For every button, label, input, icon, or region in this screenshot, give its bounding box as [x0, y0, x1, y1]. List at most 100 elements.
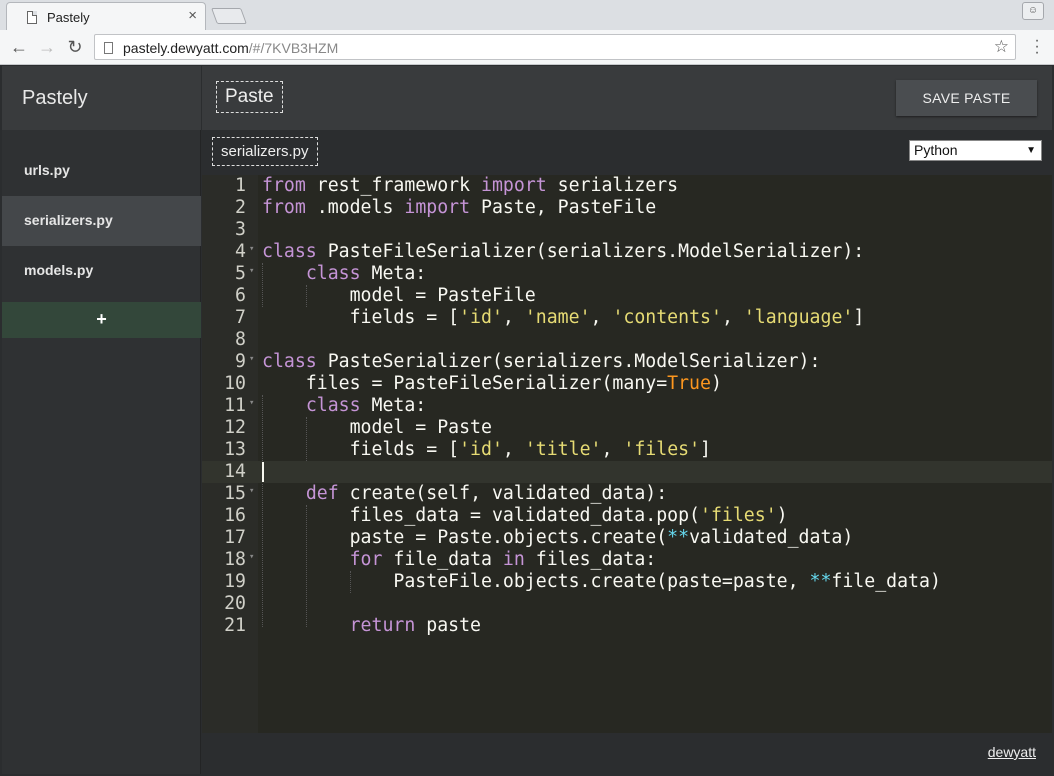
line-number: 10 [224, 373, 246, 394]
code-text: class Meta: [305, 395, 427, 416]
line-number: 8 [235, 329, 246, 350]
sidebar-item-label: serializers.py [24, 212, 113, 228]
code-text: model = PasteFile [262, 285, 536, 306]
code-text: def create(self, validated_data): [305, 483, 668, 504]
filename-field[interactable]: serializers.py [212, 137, 318, 166]
line-number: 6 [235, 285, 246, 306]
sidebar-item-serializers[interactable]: serializers.py [2, 196, 201, 246]
code-text: class Meta: [305, 263, 427, 284]
fold-arrow-icon[interactable]: ▾ [249, 392, 254, 414]
chevron-down-icon: ▼ [1026, 145, 1036, 156]
user-link[interactable]: dewyatt [988, 744, 1036, 760]
browser-menu-icon[interactable]: · · · [1034, 33, 1040, 61]
brand-title: Pastely [22, 87, 88, 109]
line-number: 20 [224, 593, 246, 614]
profile-icon[interactable]: ☺ [1022, 2, 1044, 20]
line-number: 12 [224, 417, 246, 438]
sidebar-item-models[interactable]: models.py [2, 246, 201, 296]
code-line: 3 [202, 219, 1052, 241]
code-line: 20 [202, 593, 1052, 615]
add-file-button[interactable]: + [2, 302, 201, 338]
fold-arrow-icon[interactable]: ▾ [249, 238, 254, 260]
code-line-current: 14 [202, 461, 1052, 483]
code-text: fields = ['id', 'name', 'contents', 'lan… [262, 307, 865, 328]
sidebar-item-urls[interactable]: urls.py [2, 146, 201, 196]
sidebar-item-label: models.py [24, 262, 94, 278]
tab-title: Pastely [47, 10, 90, 25]
line-number: 4 [235, 241, 246, 262]
main-panel: Paste SAVE PASTE serializers.py Python ▼… [202, 66, 1052, 774]
code-text: class PasteFileSerializer(serializers.Mo… [262, 241, 865, 262]
url-text[interactable]: pastely.dewyatt.com/#/7KVB3HZM [123, 40, 338, 56]
close-icon[interactable]: × [188, 7, 197, 24]
line-number: 15 [224, 483, 246, 504]
code-line: 16 files_data = validated_data.pop('file… [202, 505, 1052, 527]
code-line: 9 ▾ class PasteSerializer(serializers.Mode… [202, 351, 1052, 373]
line-number: 5 [235, 263, 246, 284]
fold-arrow-icon[interactable]: ▾ [249, 546, 254, 568]
code-text: files_data = validated_data.pop('files') [262, 505, 788, 526]
address-bar[interactable]: pastely.dewyatt.com/#/7KVB3HZM ☆ [94, 34, 1016, 60]
code-text: from .models import Paste, PasteFile [262, 197, 657, 218]
code-line: 13 fields = ['id', 'title', 'files'] [202, 439, 1052, 461]
fold-arrow-icon[interactable]: ▾ [249, 260, 254, 282]
fold-arrow-icon[interactable]: ▾ [249, 480, 254, 502]
code-text: paste = Paste.objects.create(**validated… [262, 527, 854, 548]
code-text: fields = ['id', 'title', 'files'] [262, 439, 711, 460]
code-text: model = Paste [262, 417, 492, 438]
url-path: /#/7KVB3HZM [248, 40, 339, 56]
line-number: 19 [224, 571, 246, 592]
code-text: files = PasteFileSerializer(many=True) [262, 373, 722, 394]
line-number: 1 [235, 175, 246, 196]
sidebar-item-label: urls.py [24, 162, 70, 178]
pastely-app: Pastely urls.py serializers.py models.py… [2, 66, 1052, 774]
save-paste-button[interactable]: SAVE PASTE [896, 80, 1037, 116]
code-line: 21 return paste [202, 615, 1052, 637]
bookmark-star-icon[interactable]: ☆ [994, 37, 1009, 57]
code-line: 17 paste = Paste.objects.create(**valida… [202, 527, 1052, 549]
back-icon[interactable]: ← [8, 36, 30, 58]
paste-title-field[interactable]: Paste [216, 81, 283, 113]
line-number: 21 [224, 615, 246, 636]
code-line: 10 files = PasteFileSerializer(many=True… [202, 373, 1052, 395]
url-host: pastely.dewyatt.com [123, 40, 249, 56]
line-number: 18 [224, 549, 246, 570]
code-line: 1 from rest_framework import serializers [202, 175, 1052, 197]
code-text: class PasteSerializer(serializers.ModelS… [262, 351, 821, 372]
code-line: 8 [202, 329, 1052, 351]
page-icon [104, 42, 113, 54]
browser-toolbar: ← → ↻ pastely.dewyatt.com/#/7KVB3HZM ☆ ·… [0, 30, 1054, 65]
forward-icon[interactable]: → [36, 36, 58, 58]
sidebar: Pastely urls.py serializers.py models.py… [2, 66, 201, 774]
code-line: 18 ▾ for file_data in files_data: [202, 549, 1052, 571]
page-icon [27, 11, 37, 24]
reload-icon[interactable]: ↻ [64, 36, 86, 58]
language-select-value: Python [914, 142, 958, 158]
code-text: for file_data in files_data: [349, 549, 657, 570]
code-line: 12 model = Paste [202, 417, 1052, 439]
paste-header: Paste SAVE PASTE [202, 66, 1052, 130]
line-number: 13 [224, 439, 246, 460]
line-number: 17 [224, 527, 246, 548]
code-line: 7 fields = ['id', 'name', 'contents', 'l… [202, 307, 1052, 329]
browser-tabstrip: Pastely × ☺ [0, 0, 1054, 30]
code-line: 11 ▾ class Meta: [202, 395, 1052, 417]
fold-arrow-icon[interactable]: ▾ [249, 348, 254, 370]
code-line: 5 ▾ class Meta: [202, 263, 1052, 285]
browser-tab[interactable]: Pastely × [6, 2, 206, 30]
code-editor[interactable]: 1 from rest_framework import serializers … [202, 175, 1052, 733]
language-select[interactable]: Python ▼ [909, 140, 1042, 161]
code-line: 15 ▾ def create(self, validated_data): [202, 483, 1052, 505]
line-number: 14 [224, 461, 246, 482]
code-line: 4 ▾ class PasteFileSerializer(serializers.… [202, 241, 1052, 263]
line-number: 3 [235, 219, 246, 240]
new-tab-button[interactable] [211, 8, 247, 24]
code-text: from rest_framework import serializers [262, 175, 679, 196]
brand-header: Pastely [2, 66, 201, 130]
line-number: 7 [235, 307, 246, 328]
code-line: 2 from .models import Paste, PasteFile [202, 197, 1052, 219]
code-text: PasteFile.objects.create(paste=paste, **… [262, 571, 941, 592]
text-caret [262, 462, 264, 482]
line-number: 16 [224, 505, 246, 526]
code-line: 19 PasteFile.objects.create(paste=paste,… [202, 571, 1052, 593]
